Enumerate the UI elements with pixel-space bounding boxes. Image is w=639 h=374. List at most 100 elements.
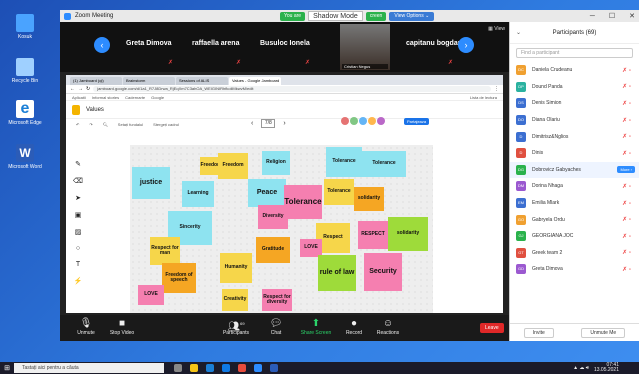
frame-indicator[interactable]: 7/8 xyxy=(261,119,276,128)
bookmark[interactable]: Aplicatii xyxy=(72,94,86,100)
sticky-note[interactable]: RESPECT xyxy=(358,221,388,249)
sticky-note-icon[interactable]: ▣ xyxy=(75,211,82,219)
windows-start-icon[interactable]: ⊞ xyxy=(0,362,14,374)
sticky-note[interactable]: solidarity xyxy=(354,187,384,211)
gallery-next-arrow-icon[interactable]: › xyxy=(458,37,474,53)
participants-button[interactable]: 👥︎69 Participants xyxy=(216,318,256,336)
participant-row[interactable]: DS Denis Simion ✗ ▫ xyxy=(510,95,639,112)
menu-dots-icon[interactable]: ⋮ xyxy=(494,86,499,92)
back-icon[interactable]: ← xyxy=(70,86,75,92)
zoom-taskbar-icon[interactable] xyxy=(254,364,262,372)
participant-row[interactable]: DG Dobrovicz Gabyaches More › xyxy=(510,161,639,179)
bookmark[interactable]: Cadernarte xyxy=(125,94,145,100)
undo-icon[interactable]: ↶ xyxy=(76,122,79,127)
taskbar-search-input[interactable]: Tastați aici pentru a căuta xyxy=(14,363,164,373)
participant-row[interactable]: EM Emilia Mlark ✗ ▫ xyxy=(510,195,639,212)
pen-icon[interactable]: ✎ xyxy=(75,160,81,168)
participant-row[interactable]: GO Gabryela Ordu ✗ ▫ xyxy=(510,211,639,228)
shape-icon[interactable]: ○ xyxy=(76,245,80,252)
browser-tab[interactable]: (1) Jamboard (ql) xyxy=(70,77,122,85)
reading-list[interactable]: Lista de lectura xyxy=(470,94,497,100)
reload-icon[interactable]: ↻ xyxy=(86,86,90,92)
redo-icon[interactable]: ↷ xyxy=(89,122,92,127)
sticky-note[interactable]: Gratitude xyxy=(256,237,290,263)
minimize-icon[interactable]: ─ xyxy=(590,13,595,20)
sticky-note[interactable]: Tolerance xyxy=(326,147,362,177)
view-options-button[interactable]: View Options ⌄ xyxy=(389,11,435,21)
edge-icon[interactable] xyxy=(206,364,214,372)
desktop-icon-kosuk[interactable]: Kosuk xyxy=(6,14,44,40)
tray-icons[interactable]: ▲ ☁ 🔊︎ xyxy=(573,365,589,371)
maximize-icon[interactable]: ☐ xyxy=(609,12,615,20)
set-background-button[interactable]: Setați fundalul xyxy=(118,122,143,127)
participant-row[interactable]: DP Dound Panda ✗ ▫ xyxy=(510,79,639,96)
desktop-icon-edge[interactable]: e Microsoft Edge xyxy=(6,100,44,126)
unmute-me-button[interactable]: Unmute Me xyxy=(581,327,626,338)
jamboard-canvas[interactable]: Freedom Freedom Religion Tolerance Toler… xyxy=(130,145,433,313)
sticky-note[interactable]: Respect for man xyxy=(150,237,180,265)
forward-icon[interactable]: → xyxy=(78,86,83,92)
participant-row[interactable]: DO Diana Olariu ✗ ▫ xyxy=(510,112,639,129)
jamboard-title[interactable]: Values xyxy=(86,107,104,113)
eraser-icon[interactable]: ⌫ xyxy=(73,177,83,185)
image-icon[interactable]: ▨ xyxy=(75,228,82,236)
laser-icon[interactable]: ⚡ xyxy=(74,277,83,285)
leave-button[interactable]: Leave xyxy=(480,323,504,333)
participant-row[interactable]: DC Daniela Crudeanu ✗ ▫ xyxy=(510,62,639,79)
sticky-note[interactable]: LOVE xyxy=(138,285,164,305)
participant-row[interactable]: D Dimitrisz&Nglios ✗ ▫ xyxy=(510,128,639,145)
clear-frame-button[interactable]: Stergeți cadrul xyxy=(153,122,179,127)
share-button[interactable]: Partajeaza xyxy=(404,118,430,125)
invite-button[interactable]: Invite xyxy=(523,327,554,338)
participant-row[interactable]: GJ GEORGIANA JOC ✗ ▫ xyxy=(510,228,639,245)
sticky-note[interactable]: Freedom of speech xyxy=(162,263,196,293)
url-field[interactable]: jamboard.google.com/d/1a1_R7J8Drwa_RjEqX… xyxy=(93,86,491,92)
browser-tab-active[interactable]: Values - Google Jamboard xyxy=(229,77,281,85)
sticky-note[interactable]: Freedom xyxy=(218,153,248,179)
chat-button[interactable]: 💬︎ Chat xyxy=(256,318,296,336)
sticky-note[interactable]: Creativity xyxy=(222,289,248,311)
word-taskbar-icon[interactable] xyxy=(270,364,278,372)
unmute-button[interactable]: 🎙︎ Unmute xyxy=(66,318,106,336)
reactions-button[interactable]: ☺︎ Reactions xyxy=(368,318,408,336)
desktop-icon-recycle-bin[interactable]: Recycle Bin xyxy=(6,58,44,84)
bookmark[interactable]: Informal stories xyxy=(92,94,119,100)
sticky-note[interactable]: Peace xyxy=(248,179,286,207)
participant-row[interactable]: DM Dorina Nhaga ✗ ▫ xyxy=(510,178,639,195)
select-icon[interactable]: ➤ xyxy=(75,194,81,202)
sticky-note[interactable]: solidarity xyxy=(388,217,428,251)
zoom-icon[interactable]: 🔍︎ xyxy=(103,122,108,127)
find-participant-input[interactable]: Find a participant xyxy=(516,48,633,58)
close-icon[interactable]: ✕ xyxy=(629,12,635,20)
gallery-prev-arrow-icon[interactable]: ‹ xyxy=(94,37,110,53)
sticky-note[interactable]: Tolerance xyxy=(362,151,406,177)
file-explorer-icon[interactable] xyxy=(190,364,198,372)
view-button[interactable]: ▦ View xyxy=(488,26,505,32)
sticky-note[interactable]: Security xyxy=(364,253,402,291)
stop-video-button[interactable]: ■ Stop Video xyxy=(102,318,142,336)
sticky-note[interactable]: Religion xyxy=(262,151,290,175)
more-button[interactable]: More › xyxy=(617,166,635,174)
bookmark[interactable]: Google xyxy=(151,94,164,100)
sticky-note[interactable]: rule of law xyxy=(318,255,356,291)
task-view-icon[interactable] xyxy=(174,364,182,372)
chevron-down-icon[interactable]: ⌄ xyxy=(516,29,521,36)
sticky-note[interactable]: justice xyxy=(132,167,170,199)
sticky-note[interactable]: Tolerance xyxy=(324,179,354,205)
chrome-icon[interactable] xyxy=(238,364,246,372)
desktop-icon-word[interactable]: W Microsoft Word xyxy=(6,144,44,170)
sticky-note[interactable]: Learning xyxy=(182,181,214,207)
sticky-note[interactable]: Tolerance xyxy=(284,185,322,219)
sticky-note[interactable]: Humanity xyxy=(220,253,252,283)
participant-row[interactable]: D Dinis ✗ ▫ xyxy=(510,145,639,162)
share-screen-button[interactable]: ⬆︎ Share Screen xyxy=(296,318,336,336)
prev-frame-icon[interactable]: ‹ xyxy=(251,120,253,127)
next-frame-icon[interactable]: › xyxy=(283,120,285,127)
browser-tab[interactable]: Brainstorm xyxy=(123,77,175,85)
textbox-icon[interactable]: T xyxy=(76,261,80,268)
store-icon[interactable] xyxy=(222,364,230,372)
participant-row[interactable]: GT Greek team 2 ✗ ▫ xyxy=(510,245,639,262)
sticky-note[interactable]: Respect for diversity xyxy=(262,289,292,311)
browser-tab[interactable]: Sessions of ALIS xyxy=(176,77,228,85)
participant-row[interactable]: GD Greta Dimova ✗ ▫ xyxy=(510,261,639,278)
